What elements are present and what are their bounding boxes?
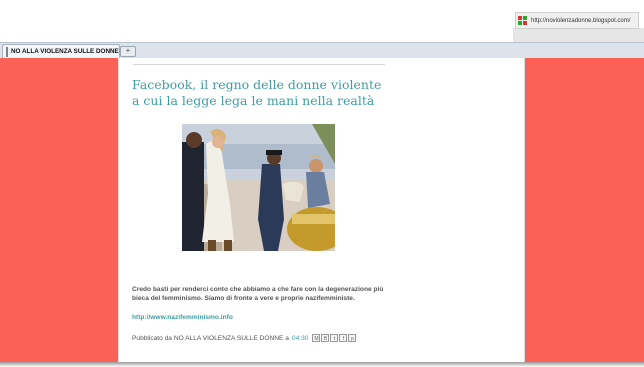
screenshot-shadow <box>0 362 644 367</box>
post-body: Credo basti per renderci conto che abbia… <box>132 286 384 302</box>
tab-strip: NO ALLA VIOLENZA SULLE DONNE × + <box>0 42 644 59</box>
share-blog-icon[interactable]: B <box>321 334 330 342</box>
footer-at: a <box>285 334 289 342</box>
tab-title: NO ALLA VIOLENZA SULLE DONNE <box>11 48 119 55</box>
share-pinterest-icon[interactable]: p <box>348 334 357 342</box>
post-title[interactable]: Facebook, il regno delle donne violente … <box>132 77 392 109</box>
site-favicon-icon <box>518 16 527 25</box>
toolbar-area <box>513 28 644 42</box>
photo-illustration <box>182 124 335 251</box>
post-container: Facebook, il regno delle donne violente … <box>118 58 525 367</box>
page-icon <box>6 46 8 57</box>
new-tab-button[interactable]: + <box>120 46 136 57</box>
author-link[interactable]: NO ALLA VIOLENZA SULLE DONNE <box>174 335 284 342</box>
share-facebook-icon[interactable]: f <box>339 334 348 342</box>
footer-prefix: Pubblicato da <box>132 334 172 342</box>
divider <box>133 64 385 65</box>
post-photo[interactable] <box>182 124 335 251</box>
post-footer: Pubblicato da NO ALLA VIOLENZA SULLE DON… <box>132 334 452 342</box>
share-email-icon[interactable]: M <box>312 334 321 342</box>
post-time-link[interactable]: 04:30 <box>292 335 309 342</box>
tab-active[interactable]: NO ALLA VIOLENZA SULLE DONNE × <box>2 44 123 58</box>
address-bar[interactable]: http://noviolenzadonne.blogspot.com/ <box>515 12 639 29</box>
post-link[interactable]: http://www.nazifemminismo.info <box>132 314 233 321</box>
address-url[interactable]: http://noviolenzadonne.blogspot.com/ <box>531 18 630 24</box>
share-twitter-icon[interactable]: t <box>330 334 339 342</box>
